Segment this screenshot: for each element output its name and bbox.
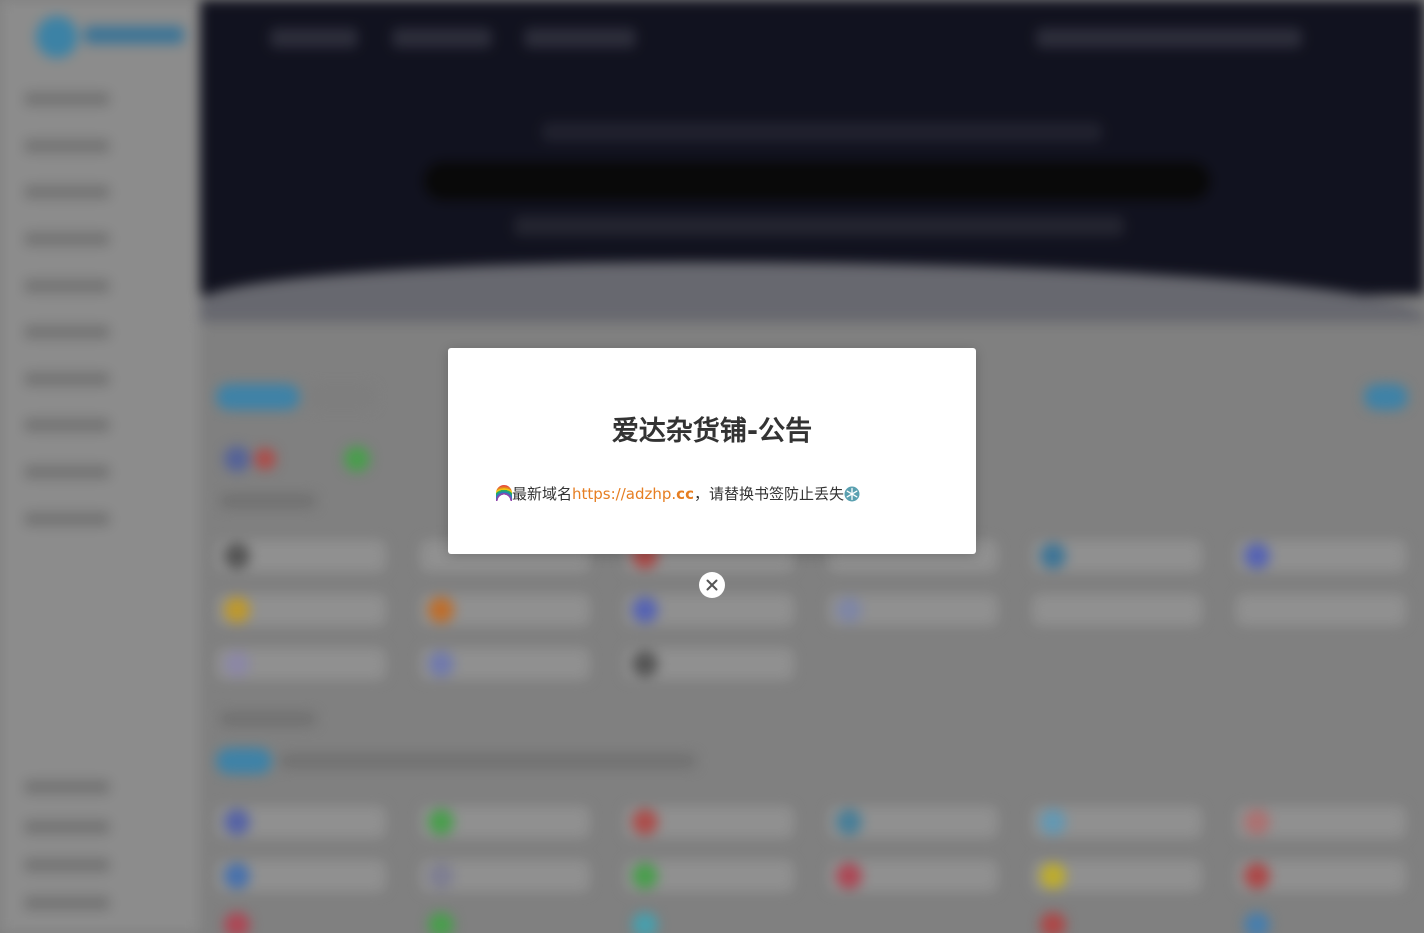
announcement-modal: 爱达杂货铺-公告 最新域名https://adzhp.cc，请替换书签防止丢失 [448, 348, 976, 554]
body-suffix: ，请替换书签防止丢失 [693, 485, 844, 503]
modal-title: 爱达杂货铺-公告 [611, 416, 813, 447]
domain-link[interactable]: https://adzhp. [572, 485, 676, 503]
snowflake-icon [844, 486, 860, 502]
domain-link-suffix[interactable]: cc [676, 485, 694, 503]
close-icon [706, 579, 718, 591]
body-prefix: 最新域名 [512, 485, 573, 503]
modal-body: 最新域名https://adzhp.cc，请替换书签防止丢失 [496, 482, 936, 506]
rainbow-icon [496, 485, 512, 501]
close-button[interactable] [699, 572, 725, 598]
